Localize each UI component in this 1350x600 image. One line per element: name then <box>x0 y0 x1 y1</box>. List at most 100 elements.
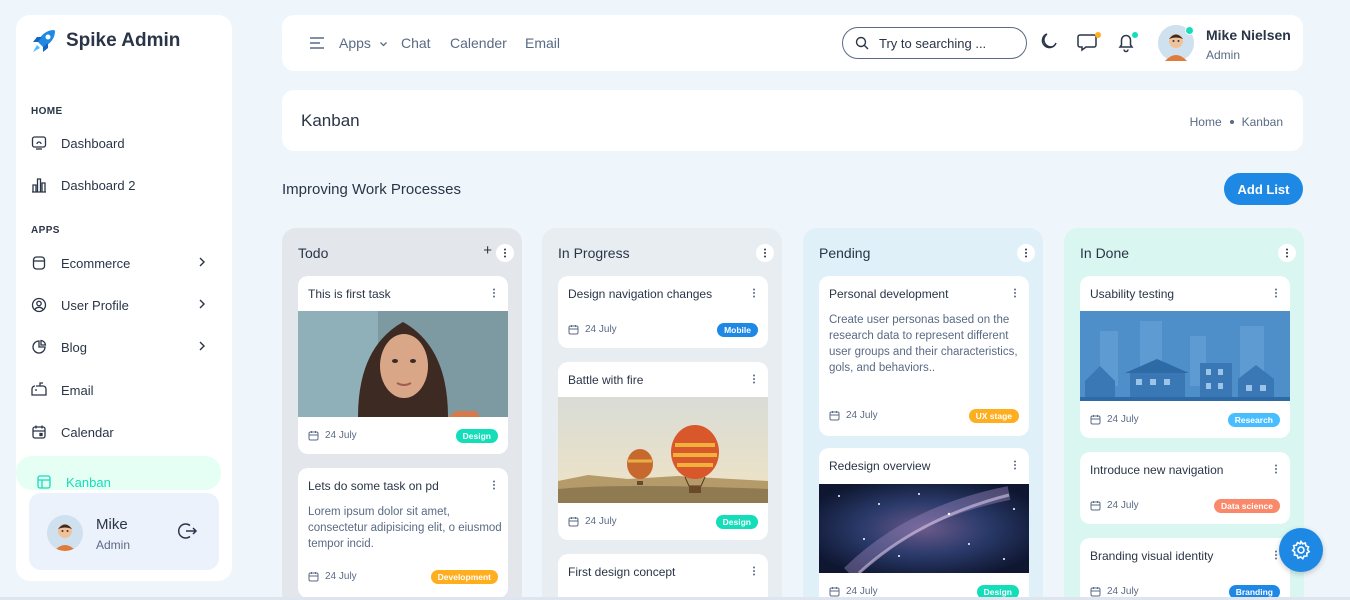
gear-icon <box>1291 540 1311 560</box>
add-card-icon[interactable]: + <box>483 242 492 259</box>
breadcrumb-separator <box>1229 120 1234 124</box>
card-title: First design concept <box>568 565 676 579</box>
topnav-email[interactable]: Email <box>525 35 560 51</box>
kanban-card[interactable]: Personal development Create user persona… <box>819 276 1029 436</box>
kanban-column-todo: Todo + This is first task 24 July Design… <box>282 228 522 600</box>
card-menu-icon[interactable] <box>1274 464 1278 474</box>
section-home: HOME <box>31 106 63 117</box>
kanban-column-in-done: In Done Usability testing 24 July Resear… <box>1064 228 1304 600</box>
moon-icon[interactable] <box>1039 31 1059 51</box>
search-icon <box>855 36 869 50</box>
card-date: 24 July <box>568 324 617 335</box>
card-title: Branding visual identity <box>1090 549 1214 563</box>
chevron-down-icon <box>379 42 387 47</box>
card-title: Introduce new navigation <box>1090 463 1224 477</box>
sidebar-item-dashboard[interactable]: Dashboard <box>31 128 221 158</box>
sidebar-item-ecommerce[interactable]: Ecommerce <box>31 248 221 278</box>
card-title: Design navigation changes <box>568 287 713 301</box>
card-menu-icon[interactable] <box>752 288 756 298</box>
card-menu-icon[interactable] <box>752 566 756 576</box>
topnav-calender[interactable]: Calender <box>450 35 507 51</box>
topnav-chat[interactable]: Chat <box>401 35 431 51</box>
kanban-card[interactable]: This is first task 24 July Design <box>298 276 508 454</box>
column-menu-icon[interactable] <box>496 244 514 262</box>
online-status-icon <box>1185 26 1194 35</box>
topbar: Apps Chat Calender Email Try to searchin… <box>282 15 1303 71</box>
kanban-card[interactable]: Usability testing 24 July Research <box>1080 276 1290 438</box>
sidebar-item-user-profile[interactable]: User Profile <box>31 290 221 320</box>
kanban-card[interactable]: Branding visual identity 24 July Brandin… <box>1080 538 1290 600</box>
kanban-card[interactable]: Design navigation changes 24 July Mobile <box>558 276 768 348</box>
column-menu-icon[interactable] <box>1278 244 1296 262</box>
menu-icon[interactable] <box>309 36 325 50</box>
page-title: Kanban <box>301 111 360 130</box>
card-menu-icon[interactable] <box>1013 460 1017 470</box>
column-menu-icon[interactable] <box>1017 244 1035 262</box>
column-title: Todo <box>298 245 329 261</box>
card-date: 24 July <box>829 410 878 421</box>
sidebar-item-blog[interactable]: Blog <box>31 332 221 362</box>
search-input[interactable]: Try to searching ... <box>842 27 1027 59</box>
calendar-icon <box>1090 415 1101 425</box>
calendar-icon <box>1090 587 1101 597</box>
column-menu-icon[interactable] <box>756 244 774 262</box>
card-menu-icon[interactable] <box>752 374 756 384</box>
card-menu-icon[interactable] <box>1274 550 1278 560</box>
sidebar-item-email[interactable]: Email <box>31 375 221 405</box>
chart-icon <box>31 177 47 193</box>
card-title: Usability testing <box>1090 287 1175 301</box>
chevron-right-icon <box>199 341 205 351</box>
kanban-column-in-progress: In Progress Design navigation changes 24… <box>542 228 782 600</box>
rocket-icon <box>33 30 55 52</box>
card-date: 24 July <box>1090 414 1139 425</box>
kanban-icon <box>36 474 52 490</box>
logout-icon[interactable] <box>178 521 198 541</box>
add-list-button[interactable]: Add List <box>1224 173 1303 205</box>
sidebar-item-calendar[interactable]: Calendar <box>31 417 221 447</box>
pie-icon <box>31 339 47 355</box>
kanban-card[interactable]: Battle with fire 24 July Design <box>558 362 768 540</box>
card-image <box>298 311 508 417</box>
card-menu-icon[interactable] <box>492 288 496 298</box>
user-role: Admin <box>1206 48 1241 62</box>
status-badge: Development <box>430 570 498 584</box>
section-apps: APPS <box>31 225 60 236</box>
sidebar-item-kanban[interactable]: Kanban <box>16 456 221 490</box>
calendar-icon <box>308 431 319 441</box>
card-date: 24 July <box>308 571 357 582</box>
basket-icon <box>31 255 47 271</box>
profile-name: Mike <box>96 516 128 533</box>
sidebar-item-dashboard-2[interactable]: Dashboard 2 <box>31 170 221 200</box>
topnav-apps[interactable]: Apps <box>339 35 388 51</box>
card-date: 24 July <box>829 586 878 597</box>
settings-button[interactable] <box>1279 528 1323 572</box>
sidebar: Spike Admin HOME Dashboard Dashboard 2 A… <box>16 15 232 581</box>
kanban-card[interactable]: Introduce new navigation 24 July Data sc… <box>1080 452 1290 524</box>
card-title: This is first task <box>308 287 391 301</box>
kanban-card[interactable]: First design concept <box>558 554 768 600</box>
card-menu-icon[interactable] <box>1013 288 1017 298</box>
avatar[interactable] <box>47 515 83 551</box>
kanban-card[interactable]: Lets do some task on pd Lorem ipsum dolo… <box>298 468 508 598</box>
kanban-card[interactable]: Redesign overview 24 July Design <box>819 448 1029 600</box>
breadcrumb-home[interactable]: Home <box>1190 115 1222 129</box>
kanban-column-pending: Pending Personal development Create user… <box>803 228 1043 600</box>
calendar-icon <box>31 424 47 440</box>
sidebar-profile-card: Mike Admin <box>29 493 219 570</box>
status-badge: UX stage <box>968 409 1019 423</box>
calendar-icon <box>568 325 579 335</box>
sidebar-item-label: Kanban <box>66 475 111 490</box>
card-menu-icon[interactable] <box>492 480 496 490</box>
card-menu-icon[interactable] <box>1274 288 1278 298</box>
sidebar-item-label: Dashboard 2 <box>61 177 136 193</box>
chat-icon[interactable] <box>1077 31 1101 53</box>
status-badge: Design <box>715 515 758 529</box>
status-badge: Design <box>455 429 498 443</box>
bell-icon[interactable] <box>1115 31 1139 53</box>
mailbox-icon <box>31 382 47 398</box>
sidebar-item-label: Dashboard <box>61 135 125 151</box>
brand-logo[interactable]: Spike Admin <box>30 27 180 55</box>
user-avatar[interactable] <box>1158 25 1194 61</box>
search-placeholder: Try to searching ... <box>879 35 987 51</box>
status-badge: Data science <box>1214 499 1280 513</box>
